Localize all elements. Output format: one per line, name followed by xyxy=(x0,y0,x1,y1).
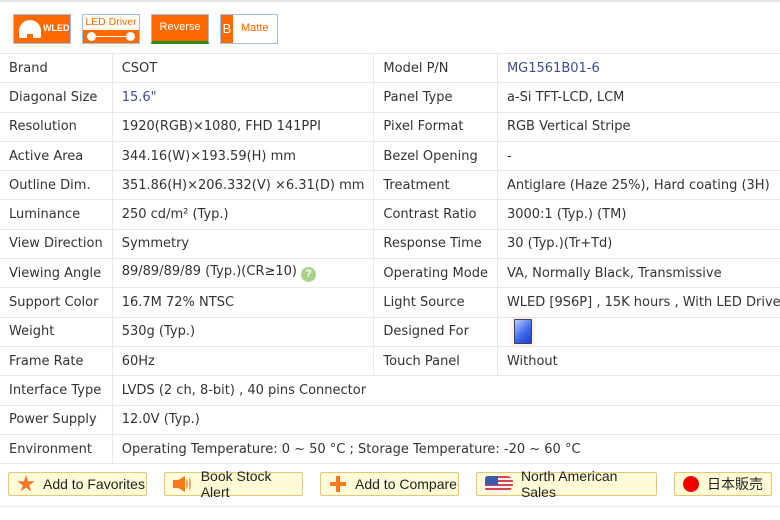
spec-label: Active Area xyxy=(0,140,113,172)
spec-value: LVDS (2 ch, 8-bit) , 40 pins Connector xyxy=(112,375,780,406)
spec-value: 344.16(W)×193.59(H) mm xyxy=(112,140,375,172)
spec-label: Outline Dim. xyxy=(0,170,113,201)
spec-label: View Direction xyxy=(0,228,113,260)
table-row: Environment Operating Temperature: 0 ~ 5… xyxy=(0,433,780,465)
spec-value: 30 (Typ.)(Tr+Td) xyxy=(497,228,780,260)
help-icon[interactable]: ? xyxy=(300,267,316,283)
spec-value: 250 cd/m² (Typ.) xyxy=(112,199,375,230)
japan-sales-button[interactable]: 日本販売 xyxy=(674,472,772,496)
spec-label: Support Color xyxy=(0,287,113,318)
table-row: Interface Type LVDS (2 ch, 8-bit) , 40 p… xyxy=(0,375,780,406)
spec-label: Luminance xyxy=(0,199,113,230)
spec-value: Without xyxy=(497,345,780,377)
badge-label: LED Driver xyxy=(85,16,137,28)
spec-value: 3000:1 (Typ.) (TM) xyxy=(497,199,780,230)
spec-label: Panel Type xyxy=(373,82,498,113)
top-divider xyxy=(0,0,780,2)
spec-table: Brand CSOT Model P/N MG1561B01-6 Diagona… xyxy=(0,52,780,465)
badge-reverse: Reverse xyxy=(151,14,209,44)
button-label: Add to Favorites xyxy=(43,476,145,492)
spec-label: Treatment xyxy=(373,170,498,201)
spec-label: Model P/N xyxy=(373,52,498,84)
action-bar: Add to Favorites Book Stock Alert Add to… xyxy=(8,468,780,500)
spec-label: Touch Panel xyxy=(373,345,498,377)
badge-matte: B Matte xyxy=(220,14,278,44)
spec-value: WLED [9S6P] , 15K hours , With LED Drive… xyxy=(497,287,780,318)
spec-label: Designed For xyxy=(373,316,498,347)
north-american-sales-button[interactable]: North American Sales xyxy=(476,468,657,500)
spec-label: Brand xyxy=(0,52,113,84)
spec-label: Diagonal Size xyxy=(0,82,113,113)
button-label: Add to Compare xyxy=(355,476,457,492)
add-to-compare-button[interactable]: Add to Compare xyxy=(320,472,459,496)
badge-label: Reverse xyxy=(159,21,201,33)
table-row: Support Color 16.7M 72% NTSC Light Sourc… xyxy=(0,287,780,318)
spec-label: Frame Rate xyxy=(0,345,113,377)
driver-connector-icon xyxy=(83,30,139,43)
button-label: Book Stock Alert xyxy=(200,468,272,500)
table-row: Weight 530g (Typ.) Designed For xyxy=(0,316,780,347)
spec-value: 351.86(H)×206.332(V) ×6.31(D) mm xyxy=(112,170,375,201)
spec-value: a-Si TFT-LCD, LCM xyxy=(497,82,780,113)
feature-badges: WLED LED Driver Reverse B Matte xyxy=(13,14,278,44)
table-row: Power Supply 12.0V (Typ.) xyxy=(0,404,780,435)
book-stock-alert-button[interactable]: Book Stock Alert xyxy=(164,468,303,500)
badge-led-driver: LED Driver xyxy=(82,14,140,44)
spec-value: 89/89/89/89 (Typ.)(CR≥10) xyxy=(121,264,297,280)
badge-label: Matte xyxy=(241,22,269,34)
spec-value-model: MG1561B01-6 xyxy=(497,52,780,84)
spec-value-cell xyxy=(497,316,780,347)
spec-label: Weight xyxy=(0,316,113,347)
table-row: Resolution 1920(RGB)×1080, FHD 141PPI Pi… xyxy=(0,111,780,142)
spec-value: 16.7M 72% NTSC xyxy=(112,287,375,318)
spec-label: Light Source xyxy=(373,287,498,318)
speaker-icon xyxy=(173,476,193,492)
table-row: Diagonal Size 15.6" Panel Type a-Si TFT-… xyxy=(0,82,780,113)
spec-value-diagonal: 15.6" xyxy=(112,82,375,113)
table-row: Viewing Angle 89/89/89/89 (Typ.)(CR≥10)?… xyxy=(0,258,780,289)
spec-label: Bezel Opening xyxy=(373,140,498,172)
spec-label: Environment xyxy=(0,433,113,465)
spec-value: 60Hz xyxy=(112,345,375,377)
spec-label: Pixel Format xyxy=(373,111,498,142)
spec-label: Power Supply xyxy=(0,404,113,435)
bottom-divider xyxy=(0,506,780,507)
spec-value: 12.0V (Typ.) xyxy=(112,404,780,435)
spec-value: RGB Vertical Stripe xyxy=(497,111,780,142)
tablet-icon xyxy=(513,319,532,345)
spec-value-cell: 89/89/89/89 (Typ.)(CR≥10)? xyxy=(112,258,375,289)
spec-label: Response Time xyxy=(373,228,498,260)
bulb-icon xyxy=(19,20,41,40)
badge-wled: WLED xyxy=(13,14,71,44)
japan-flag-icon xyxy=(683,476,699,492)
spec-label: Operating Mode xyxy=(373,258,498,289)
plus-icon xyxy=(329,475,347,493)
spec-value: Operating Temperature: 0 ~ 50 °C ; Stora… xyxy=(112,433,780,465)
spec-value: 530g (Typ.) xyxy=(112,316,375,347)
table-row: Frame Rate 60Hz Touch Panel Without xyxy=(0,345,780,377)
spec-label: Contrast Ratio xyxy=(373,199,498,230)
table-row: Luminance 250 cd/m² (Typ.) Contrast Rati… xyxy=(0,199,780,230)
badge-label: WLED xyxy=(43,23,70,33)
add-to-favorites-button[interactable]: Add to Favorites xyxy=(8,472,147,496)
spec-label: Resolution xyxy=(0,111,113,142)
spec-value: CSOT xyxy=(112,52,375,84)
star-icon xyxy=(17,475,35,492)
table-row: Active Area 344.16(W)×193.59(H) mm Bezel… xyxy=(0,140,780,172)
spec-value: 1920(RGB)×1080, FHD 141PPI xyxy=(112,111,375,142)
table-row: Brand CSOT Model P/N MG1561B01-6 xyxy=(0,52,780,84)
button-label: North American Sales xyxy=(520,468,618,500)
button-label: 日本販売 xyxy=(707,476,763,492)
spec-value: VA, Normally Black, Transmissive xyxy=(497,258,780,289)
spec-label: Interface Type xyxy=(0,375,113,406)
table-row: View Direction Symmetry Response Time 30… xyxy=(0,228,780,260)
spec-value: Antiglare (Haze 25%), Hard coating (3H) xyxy=(497,170,780,201)
matte-prefix: B xyxy=(221,15,233,43)
table-row: Outline Dim. 351.86(H)×206.332(V) ×6.31(… xyxy=(0,170,780,201)
us-flag-icon xyxy=(485,476,513,492)
spec-label: Viewing Angle xyxy=(0,258,113,289)
spec-value: - xyxy=(497,140,780,172)
spec-value: Symmetry xyxy=(112,228,375,260)
